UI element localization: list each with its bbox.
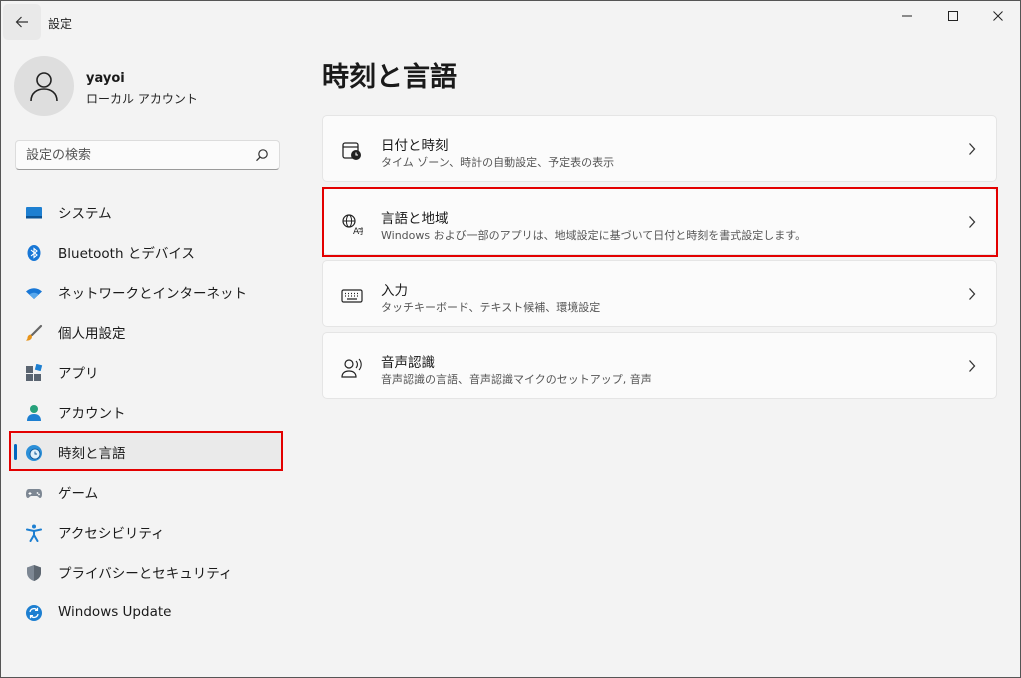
close-icon (993, 11, 1003, 21)
page-title: 時刻と言語 (322, 62, 457, 93)
sidebar-item-label: アカウント (58, 406, 126, 422)
speech-icon (341, 358, 362, 378)
sidebar-item-accounts[interactable]: アカウント (11, 393, 283, 431)
update-icon (26, 605, 42, 621)
bluetooth-icon (27, 245, 41, 261)
highlight-box-card (322, 187, 998, 257)
highlight-box-sidebar (9, 431, 283, 471)
sidebar-item-label: ネットワークとインターネット (58, 286, 247, 302)
keyboard-icon (341, 289, 363, 303)
sidebar-item-label: 個人用設定 (58, 326, 126, 342)
chevron-right-icon (969, 360, 976, 372)
card-title: 音声認識 (381, 355, 435, 371)
sidebar-item-label: アクセシビリティ (58, 526, 165, 542)
maximize-button[interactable] (930, 1, 976, 31)
user-name: yayoi (86, 71, 125, 86)
sidebar-item-apps[interactable]: アプリ (11, 353, 283, 391)
sidebar-item-gaming[interactable]: ゲーム (11, 473, 283, 511)
sidebar-item-label: システム (58, 206, 112, 222)
sidebar-item-privacy[interactable]: プライバシーとセキュリティ (11, 553, 283, 591)
sidebar-item-label: Windows Update (58, 604, 172, 620)
gamepad-icon (26, 489, 42, 498)
sidebar-item-accessibility[interactable]: アクセシビリティ (11, 513, 283, 551)
wifi-icon (26, 288, 42, 299)
apps-icon (26, 364, 43, 381)
avatar[interactable] (14, 56, 74, 116)
brush-icon (26, 324, 43, 341)
back-button[interactable] (3, 4, 41, 40)
sidebar-item-bluetooth[interactable]: Bluetooth とデバイス (11, 233, 283, 271)
accessibility-icon (26, 524, 42, 542)
search-icon[interactable] (255, 148, 269, 162)
sidebar-item-system[interactable]: システム (11, 193, 283, 231)
back-arrow-icon (15, 16, 28, 28)
search-box[interactable] (15, 140, 280, 170)
sidebar-item-label: プライバシーとセキュリティ (58, 566, 233, 582)
person-icon (27, 405, 41, 421)
chevron-right-icon (969, 288, 976, 300)
settings-window: 設定 yayoi ローカル アカウント システム (0, 0, 1021, 678)
sidebar-item-windows-update[interactable]: Windows Update (11, 593, 283, 631)
chevron-right-icon (969, 143, 976, 155)
sidebar-item-personalization[interactable]: 個人用設定 (11, 313, 283, 351)
minimize-icon (902, 15, 912, 17)
app-title: 設定 (48, 17, 73, 31)
close-button[interactable] (975, 1, 1020, 31)
card-subtitle: 音声認識の言語、音声認識マイクのセットアップ, 音声 (381, 373, 652, 386)
maximize-icon (948, 11, 958, 21)
shield-icon (27, 565, 41, 581)
card-title: 入力 (381, 283, 408, 299)
system-monitor-icon (26, 207, 42, 219)
sidebar-item-label: Bluetooth とデバイス (58, 246, 195, 262)
sidebar-item-label: アプリ (58, 366, 99, 382)
sidebar-item-label: ゲーム (58, 486, 99, 502)
card-subtitle: タッチキーボード、テキスト候補、環境設定 (381, 301, 601, 314)
search-input[interactable] (16, 141, 256, 169)
card-speech[interactable]: 音声認識 音声認識の言語、音声認識マイクのセットアップ, 音声 (322, 332, 997, 399)
minimize-button[interactable] (884, 1, 930, 31)
card-date-time[interactable]: 日付と時刻 タイム ゾーン、時計の自動設定、予定表の表示 (322, 115, 997, 182)
account-type: ローカル アカウント (86, 92, 198, 106)
card-input[interactable]: 入力 タッチキーボード、テキスト候補、環境設定 (322, 260, 997, 327)
calendar-clock-icon (342, 142, 361, 160)
card-subtitle: タイム ゾーン、時計の自動設定、予定表の表示 (381, 156, 615, 169)
user-avatar-icon (30, 72, 58, 102)
card-title: 日付と時刻 (381, 138, 449, 154)
sidebar-item-network[interactable]: ネットワークとインターネット (11, 273, 283, 311)
